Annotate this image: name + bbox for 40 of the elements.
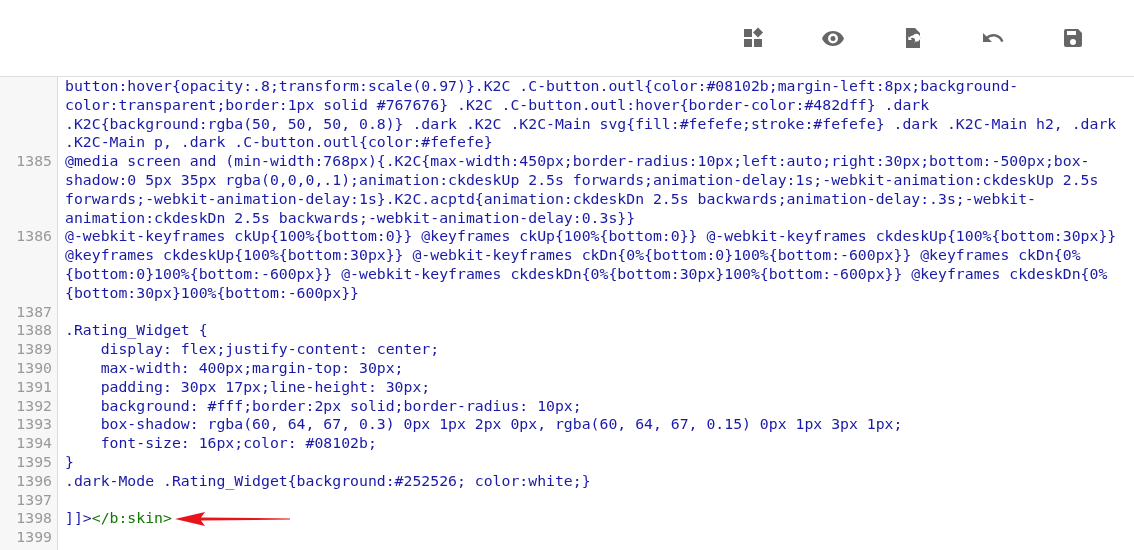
widgets-icon[interactable] xyxy=(741,26,765,50)
line-number: 1395 xyxy=(16,452,52,472)
code-text: padding: 30px 17px;line-height: 30px; xyxy=(99,377,431,397)
code-text: color:transparent;border:1px solid #767676} .K2C .C-button.outl:hover{border-color:#482dff} .dark xyxy=(65,95,930,115)
line-number: 1397 xyxy=(16,490,52,510)
code-text: @media screen and (min-width:768px){.K2C{max-width:450px;border-radius:10px;left:auto;right:30px;bottom:-500px;box- xyxy=(65,152,1090,171)
code-text: max-width: 400px;margin-top: 30px; xyxy=(99,358,404,378)
line-number: 1385 xyxy=(16,152,52,171)
code-text: animation:ckdeskDn 2.5s backwards;-webkit-animation-delay:0.3s}} xyxy=(65,208,636,228)
code-text: ]]> xyxy=(65,509,92,529)
code-tag: </b:skin> xyxy=(91,509,172,529)
line-number: 1392 xyxy=(16,396,52,416)
code-text: .K2C{background:rgba(50, 50, 50, 0.8)} .dark .K2C .K2C-Main svg{fill:#fefefe;stroke:#fefefe} .dark .K2C-Main h2, .dark xyxy=(65,114,1117,134)
code-text: background: #fff;border:2px solid;border-radius: 10px; xyxy=(99,396,582,416)
code-text: } xyxy=(65,452,74,472)
code-text: box-shadow: rgba(60, 64, 67, 0.3) 0px 1px 2px 0px, rgba(60, 64, 67, 0.15) 0px 1px 3px 1px; xyxy=(99,415,903,435)
code-text: display: flex;justify-content: center; xyxy=(99,340,440,359)
floppy-disk-icon[interactable] xyxy=(1061,26,1085,50)
line-number: 1398 xyxy=(16,509,52,529)
line-number: 1389 xyxy=(16,340,52,359)
line-number: 1396 xyxy=(16,471,52,491)
line-number: 1393 xyxy=(16,415,52,435)
line-number: 1391 xyxy=(16,377,52,397)
code-text: .dark-Mode .Rating_Widget{background:#252526; color:white;} xyxy=(65,471,591,491)
code-text: @keyframes ckdeskUp{100%{bottom:30px}} @-webkit-keyframes ckDn{0%{bottom:0}100%{bottom:-600px}} @keyframes ckDn{0% xyxy=(65,246,1081,265)
code-text: .K2C-Main p, .dark .C-button.outl{color:#fefefe} xyxy=(65,133,493,153)
code-text: @-webkit-keyframes ckUp{100%{bottom:0}} @keyframes ckUp{100%{bottom:0}} @-webkit-keyframes ckdeskUp{100%{bottom:30px}} xyxy=(65,227,1117,247)
line-number: 1387 xyxy=(16,302,52,322)
code-text: {bottom:30px}100%{bottom:-600px}} xyxy=(65,283,359,303)
code-text: font-size: 16px;color: #08102b; xyxy=(99,434,377,453)
code-text: .Rating_Widget { xyxy=(65,321,208,341)
line-number: 1388 xyxy=(16,321,52,341)
line-number: 1390 xyxy=(16,358,52,378)
line-number: 1399 xyxy=(16,528,52,547)
line-number: 1386 xyxy=(16,227,52,247)
code-text: shadow:0 5px 35px rgba(0,0,0,.1);animation:ckdeskUp 2.5s forwards;animation-delay:1s;-webkit-animation:ckdeskUp 2.5s xyxy=(65,171,1099,190)
line-number: 1394 xyxy=(16,434,52,453)
code-text: forwards;-webkit-animation-delay:1s}.K2C.acptd{animation:ckdeskDn 2.5s backwards;animation-delay:.3s;-webkit- xyxy=(65,189,1037,209)
code-text: {bottom:0}100%{bottom:-600px}} @-webkit-keyframes ckdeskDn{0%{bottom:30px}100%{bottom:-600px}} @keyframes ckdeskDn{0% xyxy=(65,264,1108,284)
code-text: button:hover{opacity:.8;transform:scale(0.97)}.K2C .C-button.outl{color:#08102b;margin-left:8px;background- xyxy=(65,77,1019,96)
